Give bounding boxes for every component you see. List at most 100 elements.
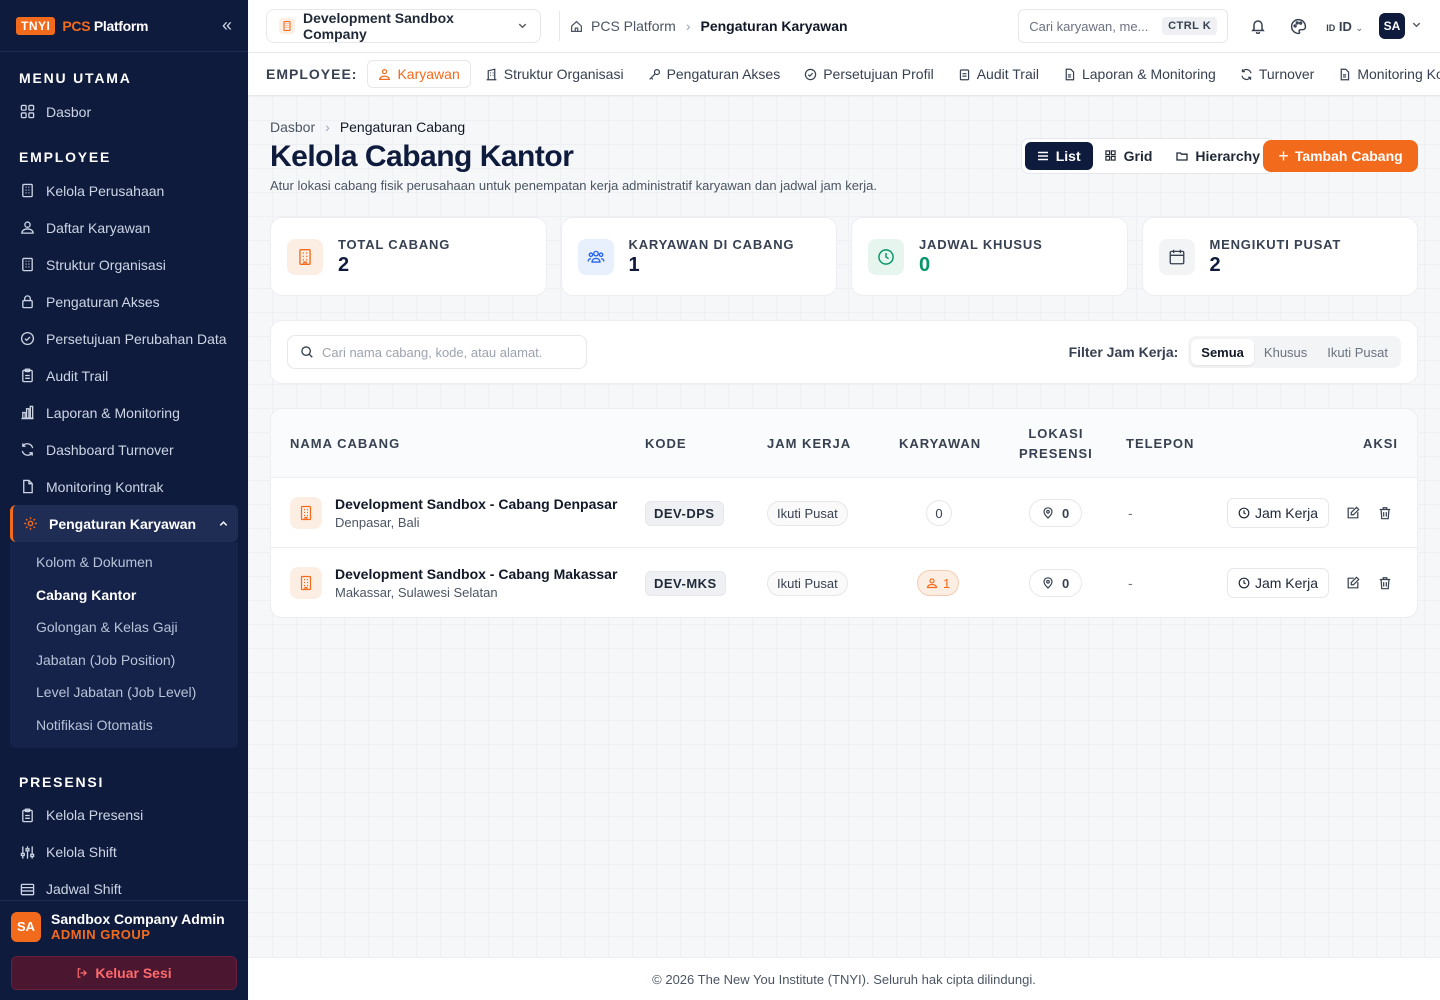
logout-button[interactable]: Keluar Sesi [11,956,237,990]
sub-item-jabatan[interactable]: Jabatan (Job Position) [10,644,238,677]
sub-item-notifikasi-otomatis[interactable]: Notifikasi Otomatis [10,709,238,742]
global-search[interactable]: Cari karyawan, me... CTRL K [1018,9,1229,43]
sidebar-item-laporan-monitoring[interactable]: Laporan & Monitoring [0,394,248,431]
col-aksi: AKSI [1362,435,1398,451]
branch-name[interactable]: Development Sandbox - Cabang Denpasar [335,496,617,512]
sidebar-item-dashboard-turnover[interactable]: Dashboard Turnover [0,431,248,468]
col-jam-kerja[interactable]: JAM KERJA [767,409,851,478]
branch-search-input[interactable] [322,344,572,360]
user-avatar[interactable]: SA [1379,13,1405,39]
sidebar-item-daftar-karyawan[interactable]: Daftar Karyawan [0,209,248,246]
refresh-icon [19,442,35,458]
col-kode[interactable]: KODE [645,409,687,478]
edit-icon[interactable] [1345,505,1361,521]
sidebar-item-label: Dasbor [46,103,92,120]
building-icon [485,67,498,81]
sliders-icon [19,844,35,860]
sidebar-item-audit-trail[interactable]: Audit Trail [0,357,248,394]
sub-item-cabang-kantor[interactable]: Cabang Kantor [10,579,238,612]
stat-mengikuti-pusat: MENGIKUTI PUSAT 2 [1141,217,1418,296]
sidebar-item-pengaturan-akses[interactable]: Pengaturan Akses [0,283,248,320]
edit-icon[interactable] [1345,575,1361,591]
phone: - [1128,575,1133,591]
sidebar-item-label: Struktur Organisasi [46,256,166,273]
tab-persetujuan-profil[interactable]: Persetujuan Profil [794,60,944,88]
trash-icon[interactable] [1377,505,1393,521]
tab-turnover[interactable]: Turnover [1230,60,1325,88]
jam-kerja-button[interactable]: Jam Kerja [1226,498,1329,528]
avatar: SA [11,911,41,942]
view-hierarchy-button[interactable]: Hierarchy [1164,142,1272,170]
branch-search[interactable] [287,335,587,369]
sidebar-item-label: Monitoring Kontrak [46,478,164,495]
table-row[interactable]: Development Sandbox - Cabang Denpasar De… [271,478,1417,548]
clipboard-icon [19,807,35,823]
sidebar-item-kelola-presensi[interactable]: Kelola Presensi [0,797,248,834]
location-count[interactable]: 0 [1029,569,1083,597]
jam-kerja-button[interactable]: Jam Kerja [1226,568,1329,598]
collapse-sidebar-icon[interactable]: « [222,15,232,36]
breadcrumb-item[interactable]: Dasbor [270,119,315,135]
branch-code: DEV-MKS [645,570,726,596]
chevron-right-icon: › [325,119,330,135]
sidebar-item-persetujuan-perubahan-data[interactable]: Persetujuan Perubahan Data [0,320,248,357]
schedule-filter: Semua Khusus Ikuti Pusat [1188,336,1401,368]
sub-item-level-jabatan[interactable]: Level Jabatan (Job Level) [10,676,238,709]
tab-pengaturan-akses[interactable]: Pengaturan Akses [638,60,791,88]
col-nama-cabang[interactable]: NAMA CABANG [290,409,400,478]
chevron-down-icon[interactable] [1411,19,1422,33]
table-row[interactable]: Development Sandbox - Cabang Makassar Ma… [271,548,1417,617]
sidebar-item-struktur-organisasi[interactable]: Struktur Organisasi [0,246,248,283]
view-list-button[interactable]: List [1024,142,1093,170]
building-icon [279,18,295,34]
add-branch-button[interactable]: + Tambah Cabang [1263,140,1418,172]
tab-struktur-organisasi[interactable]: Struktur Organisasi [475,60,634,88]
breadcrumb-item[interactable]: PCS Platform [591,18,676,34]
col-lokasi-presensi[interactable]: LOKASI PRESENSI [1019,409,1093,478]
sidebar-item-label: Daftar Karyawan [46,219,151,236]
sidebar-item-kelola-perusahaan[interactable]: Kelola Perusahaan [0,172,248,209]
sidebar-item-kelola-shift[interactable]: Kelola Shift [0,834,248,871]
filter-semua[interactable]: Semua [1191,339,1254,365]
topbar: Development Sandbox Company PCS Platform… [248,0,1440,53]
sidebar-item-jadwal-shift[interactable]: Jadwal Shift [0,871,248,900]
col-telepon[interactable]: TELEPON [1126,409,1194,478]
sidebar: TNYI PCS Platform « MENU UTAMA Dasbor EM… [0,0,248,1000]
home-icon [570,20,583,33]
tab-monitoring-kontrak[interactable]: Monitoring Ko [1328,60,1440,88]
users-icon [926,577,938,589]
language-select[interactable]: ID ID ⌄ [1326,19,1363,34]
global-search-placeholder: Cari karyawan, me... [1029,18,1149,34]
section-menu-utama: MENU UTAMA [19,70,132,86]
sub-item-golongan-kelas-gaji[interactable]: Golongan & Kelas Gaji [10,611,238,644]
submenu-pengaturan-karyawan: Kolom & Dokumen Cabang Kantor Golongan &… [10,542,238,748]
grid-icon [19,104,35,120]
filter-khusus[interactable]: Khusus [1254,339,1317,365]
brand-badge: TNYI [16,16,56,35]
trash-icon[interactable] [1377,575,1393,591]
palette-icon[interactable] [1288,16,1308,36]
view-grid-button[interactable]: Grid [1093,142,1165,170]
user-card[interactable]: SA Sandbox Company Admin ADMIN GROUP [0,901,248,952]
sidebar-item-label: Pengaturan Karyawan [49,515,197,532]
filter-ikuti-pusat[interactable]: Ikuti Pusat [1317,339,1398,365]
company-select[interactable]: Development Sandbox Company [266,9,541,43]
file-icon [1063,68,1076,81]
sidebar-item-pengaturan-karyawan[interactable]: Pengaturan Karyawan [10,505,238,542]
tab-karyawan[interactable]: Karyawan [367,60,471,88]
logout-icon [76,967,88,979]
sidebar-item-monitoring-kontrak[interactable]: Monitoring Kontrak [0,468,248,505]
tab-audit-trail[interactable]: Audit Trail [948,60,1049,88]
users-icon [19,220,35,236]
check-circle-icon [804,68,817,81]
tab-laporan-monitoring[interactable]: Laporan & Monitoring [1053,60,1226,88]
branch-name[interactable]: Development Sandbox - Cabang Makassar [335,566,617,582]
sub-item-kolom-dokumen[interactable]: Kolom & Dokumen [10,546,238,579]
sidebar-item-dasbor[interactable]: Dasbor [0,93,248,130]
location-count[interactable]: 0 [1029,499,1083,527]
sidebar-item-label: Audit Trail [46,367,109,384]
col-karyawan[interactable]: KARYAWAN [899,409,981,478]
clipboard-icon [958,68,971,81]
employee-count: 0 [926,500,952,526]
bell-icon[interactable] [1248,16,1268,36]
